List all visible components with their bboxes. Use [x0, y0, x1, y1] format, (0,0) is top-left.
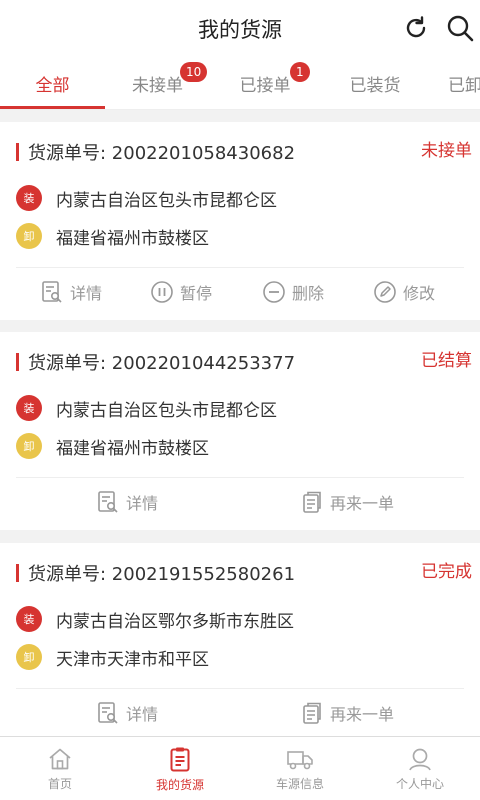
order-accent-bar — [16, 143, 19, 161]
copy-document-icon — [303, 491, 321, 513]
tab-label: 已装货 — [349, 75, 401, 96]
divider — [16, 267, 464, 268]
user-icon — [409, 748, 431, 770]
nav-label: 车源信息 — [275, 776, 324, 791]
edit-button[interactable]: 修改 — [373, 280, 435, 304]
unload-address: 福建省福州市鼓楼区 — [56, 438, 209, 459]
nav-vehicle-info[interactable]: 车源信息 — [240, 737, 360, 800]
reorder-button[interactable]: 再来一单 — [300, 701, 394, 725]
load-address: 内蒙古自治区包头市昆都仑区 — [56, 190, 277, 211]
unload-address-row: 卸 福建省福州市鼓楼区 — [16, 222, 209, 250]
bottom-nav: 首页 我的货源 车源信息 个人中心 — [0, 736, 480, 800]
nav-label: 个人中心 — [395, 776, 444, 791]
details-button[interactable]: 详情 — [96, 701, 158, 725]
order-accent-bar — [16, 353, 19, 371]
edit-label: 修改 — [403, 284, 436, 303]
app-header: 我的货源 — [0, 0, 480, 56]
status-tabs: 全部 未接单 10 已接单 1 已装货 已卸 — [0, 56, 480, 110]
pause-label: 暂停 — [180, 284, 213, 303]
tab-label: 未接单 — [132, 75, 183, 96]
order-accent-bar — [16, 564, 19, 582]
nav-home[interactable]: 首页 — [0, 737, 120, 800]
details-label: 详情 — [70, 284, 103, 303]
tab-unloaded[interactable]: 已卸 — [448, 56, 480, 109]
edit-icon — [374, 281, 396, 303]
reorder-button[interactable]: 再来一单 — [300, 490, 394, 514]
refresh-icon[interactable] — [400, 12, 432, 44]
cargo-card[interactable]: 货源单号: 2002201058430682 未接单 装 内蒙古自治区包头市昆都… — [0, 122, 480, 320]
tab-label: 已卸 — [448, 75, 480, 96]
pause-icon — [151, 281, 173, 303]
status-badge: 已完成 — [421, 562, 472, 582]
details-icon — [42, 281, 62, 303]
details-button[interactable]: 详情 — [40, 280, 102, 304]
delete-label: 删除 — [292, 284, 325, 303]
nav-my-cargo[interactable]: 我的货源 — [120, 737, 240, 800]
unload-address: 福建省福州市鼓楼区 — [56, 228, 209, 249]
tab-label: 已接单 — [239, 75, 291, 96]
order-number: 货源单号: 2002201058430682 — [28, 143, 296, 164]
truck-icon — [287, 750, 313, 769]
details-label: 详情 — [126, 494, 159, 513]
unload-address-row: 卸 天津市天津市和平区 — [16, 643, 209, 671]
minus-circle-icon — [263, 281, 285, 303]
details-button[interactable]: 详情 — [96, 490, 158, 514]
unload-tag: 卸 — [16, 433, 42, 459]
home-icon — [49, 748, 71, 769]
order-number: 货源单号: 2002191552580261 — [28, 564, 296, 585]
unaccepted-count-badge: 10 — [180, 62, 208, 82]
copy-document-icon — [303, 702, 321, 724]
status-badge: 已结算 — [421, 351, 472, 371]
nav-label: 首页 — [47, 776, 72, 791]
tab-label: 全部 — [35, 75, 70, 96]
nav-profile[interactable]: 个人中心 — [360, 737, 480, 800]
status-badge: 未接单 — [421, 141, 472, 161]
load-address-row: 装 内蒙古自治区鄂尔多斯市东胜区 — [16, 605, 294, 633]
unload-address-row: 卸 福建省福州市鼓楼区 — [16, 432, 209, 460]
pause-button[interactable]: 暂停 — [150, 280, 212, 304]
unload-tag: 卸 — [16, 644, 42, 670]
details-label: 详情 — [126, 705, 159, 724]
load-tag: 装 — [16, 395, 42, 421]
search-icon[interactable] — [444, 12, 476, 44]
load-address-row: 装 内蒙古自治区包头市昆都仑区 — [16, 394, 277, 422]
cargo-card[interactable]: 货源单号: 2002201044253377 已结算 装 内蒙古自治区包头市昆都… — [0, 332, 480, 530]
delete-button[interactable]: 删除 — [262, 280, 324, 304]
tab-loaded[interactable]: 已装货 — [320, 56, 430, 109]
reorder-label: 再来一单 — [330, 494, 395, 513]
load-address: 内蒙古自治区包头市昆都仑区 — [56, 400, 277, 421]
order-number: 货源单号: 2002201044253377 — [28, 353, 296, 374]
reorder-label: 再来一单 — [330, 705, 395, 724]
nav-label: 我的货源 — [155, 777, 204, 792]
active-tab-indicator — [0, 106, 105, 109]
divider — [16, 688, 464, 689]
load-address-row: 装 内蒙古自治区包头市昆都仑区 — [16, 184, 277, 212]
load-address: 内蒙古自治区鄂尔多斯市东胜区 — [56, 611, 294, 632]
details-icon — [98, 702, 118, 724]
divider — [16, 477, 464, 478]
load-tag: 装 — [16, 606, 42, 632]
accepted-count-badge: 1 — [290, 62, 310, 82]
details-icon — [98, 491, 118, 513]
clipboard-icon — [170, 747, 190, 771]
unload-tag: 卸 — [16, 223, 42, 249]
load-tag: 装 — [16, 185, 42, 211]
tab-all[interactable]: 全部 — [0, 56, 105, 109]
cargo-card[interactable]: 货源单号: 2002191552580261 已完成 装 内蒙古自治区鄂尔多斯市… — [0, 543, 480, 736]
unload-address: 天津市天津市和平区 — [56, 649, 209, 670]
